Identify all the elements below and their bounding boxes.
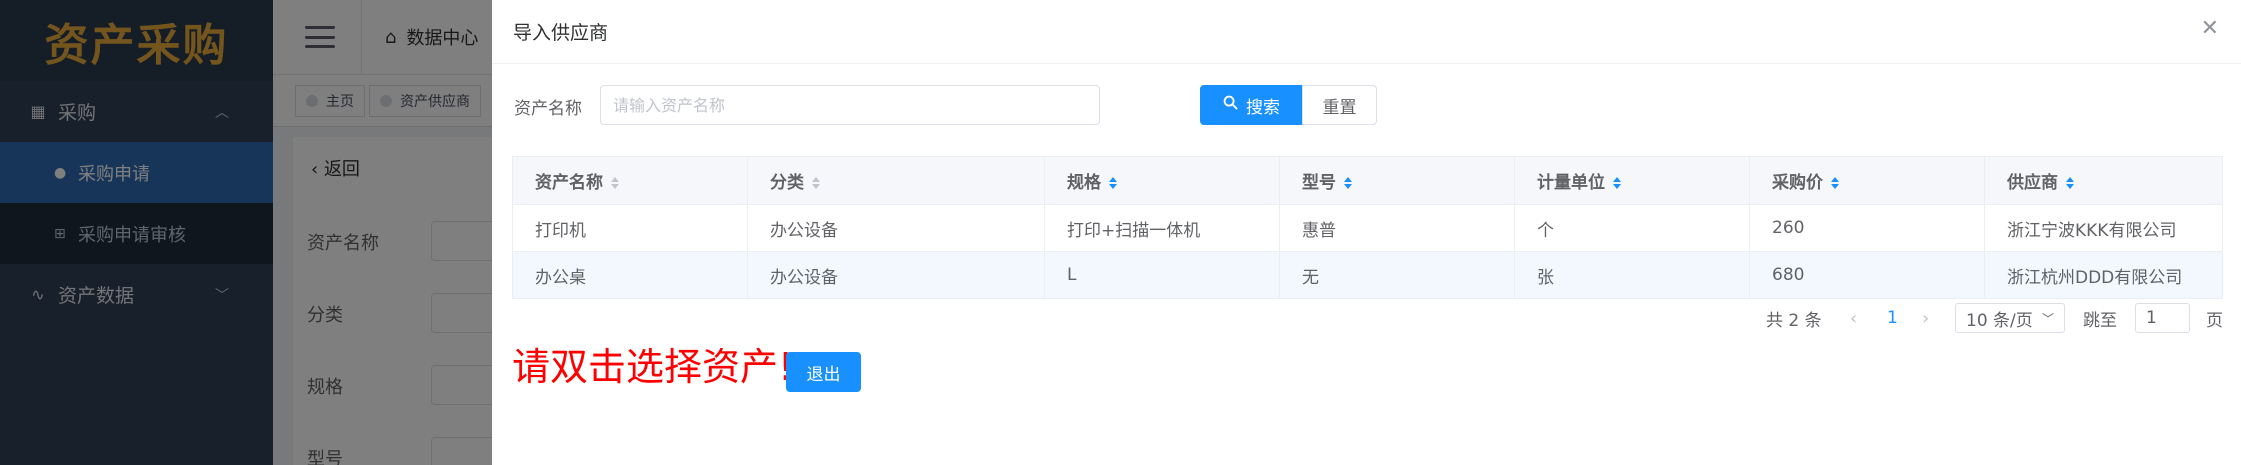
column-header-label: 供应商 [2007, 173, 2058, 193]
sort-icon[interactable] [1344, 177, 1352, 189]
column-header[interactable]: 采购价 [1749, 156, 1985, 205]
column-header-label: 资产名称 [535, 173, 603, 193]
table-row[interactable]: 办公桌 办公设备 L 无 张 680 浙江杭州DDD有限公司 [512, 251, 2223, 299]
pagination-page-1[interactable]: 1 [1887, 303, 1898, 333]
dialog-title: 导入供应商 [513, 22, 609, 44]
column-header-label: 型号 [1302, 173, 1336, 193]
sort-icon[interactable] [812, 177, 820, 189]
table-cell: 办公设备 [747, 204, 1045, 252]
column-header-label: 规格 [1067, 173, 1101, 193]
chevron-left-icon[interactable]: ‹ [1850, 303, 1857, 333]
column-header[interactable]: 供应商 [1984, 156, 2223, 205]
table-cell: 260 [1749, 204, 1985, 252]
table-cell: 浙江杭州DDD有限公司 [1984, 251, 2223, 299]
column-header-label: 分类 [770, 173, 804, 193]
sort-icon[interactable] [1109, 177, 1117, 189]
table-cell: 张 [1514, 251, 1750, 299]
jump-page-input[interactable] [2135, 303, 2190, 333]
table-cell: 无 [1279, 251, 1515, 299]
table-row[interactable]: 打印机 办公设备 打印+扫描一体机 惠普 个 260 浙江宁波KKK有限公司 [512, 204, 2223, 252]
dialog-header: 导入供应商 ✕ [492, 0, 2241, 64]
column-header-label: 采购价 [1772, 173, 1823, 193]
column-header[interactable]: 分类 [747, 156, 1045, 205]
column-header[interactable]: 型号 [1279, 156, 1515, 205]
jump-label: 跳至 [2083, 310, 2117, 331]
column-header[interactable]: 规格 [1044, 156, 1280, 205]
search-icon [1223, 95, 1238, 115]
table-cell: 办公设备 [747, 251, 1045, 299]
sort-icon[interactable] [1831, 177, 1839, 189]
column-header[interactable]: 计量单位 [1514, 156, 1750, 205]
pagination-total: 共 2 条 [1766, 310, 1822, 331]
search-label: 资产名称 [514, 99, 582, 119]
table-cell: 惠普 [1279, 204, 1515, 252]
column-header[interactable]: 资产名称 [512, 156, 748, 205]
table-cell: 打印机 [512, 204, 748, 252]
page-size-value: 10 条/页 [1966, 310, 2033, 331]
sort-icon[interactable] [611, 177, 619, 189]
chevron-right-icon[interactable]: › [1922, 303, 1929, 333]
reset-button[interactable]: 重置 [1302, 85, 1377, 125]
table-cell: 680 [1749, 251, 1985, 299]
search-button[interactable]: 搜索 [1200, 85, 1303, 125]
search-input[interactable] [600, 85, 1100, 125]
asset-table: 资产名称 分类 规格 型号 计量单位 采购价 供应商 打印机 办公设备 打印+扫… [512, 156, 2223, 299]
search-button-label: 搜索 [1246, 97, 1280, 118]
chevron-down-icon: ﹀ [2041, 311, 2054, 326]
sort-icon[interactable] [1613, 177, 1621, 189]
table-header-row: 资产名称 分类 规格 型号 计量单位 采购价 供应商 [512, 156, 2223, 205]
table-cell: 打印+扫描一体机 [1044, 204, 1280, 252]
sort-icon[interactable] [2066, 177, 2074, 189]
double-click-hint: 请双击选择资产! [512, 345, 794, 389]
import-supplier-dialog: 导入供应商 ✕ 资产名称 搜索 重置 资产名称 分类 规格 型号 计量单位 采购… [492, 0, 2241, 465]
table-cell: 浙江宁波KKK有限公司 [1984, 204, 2223, 252]
page-size-select[interactable]: 10 条/页 ﹀ [1955, 303, 2065, 333]
page-suffix-label: 页 [2206, 310, 2223, 331]
column-header-label: 计量单位 [1537, 173, 1605, 193]
table-cell: 个 [1514, 204, 1750, 252]
table-cell: 办公桌 [512, 251, 748, 299]
table-cell: L [1044, 251, 1280, 299]
exit-button[interactable]: 退出 [786, 352, 861, 392]
close-icon[interactable]: ✕ [2201, 16, 2219, 41]
